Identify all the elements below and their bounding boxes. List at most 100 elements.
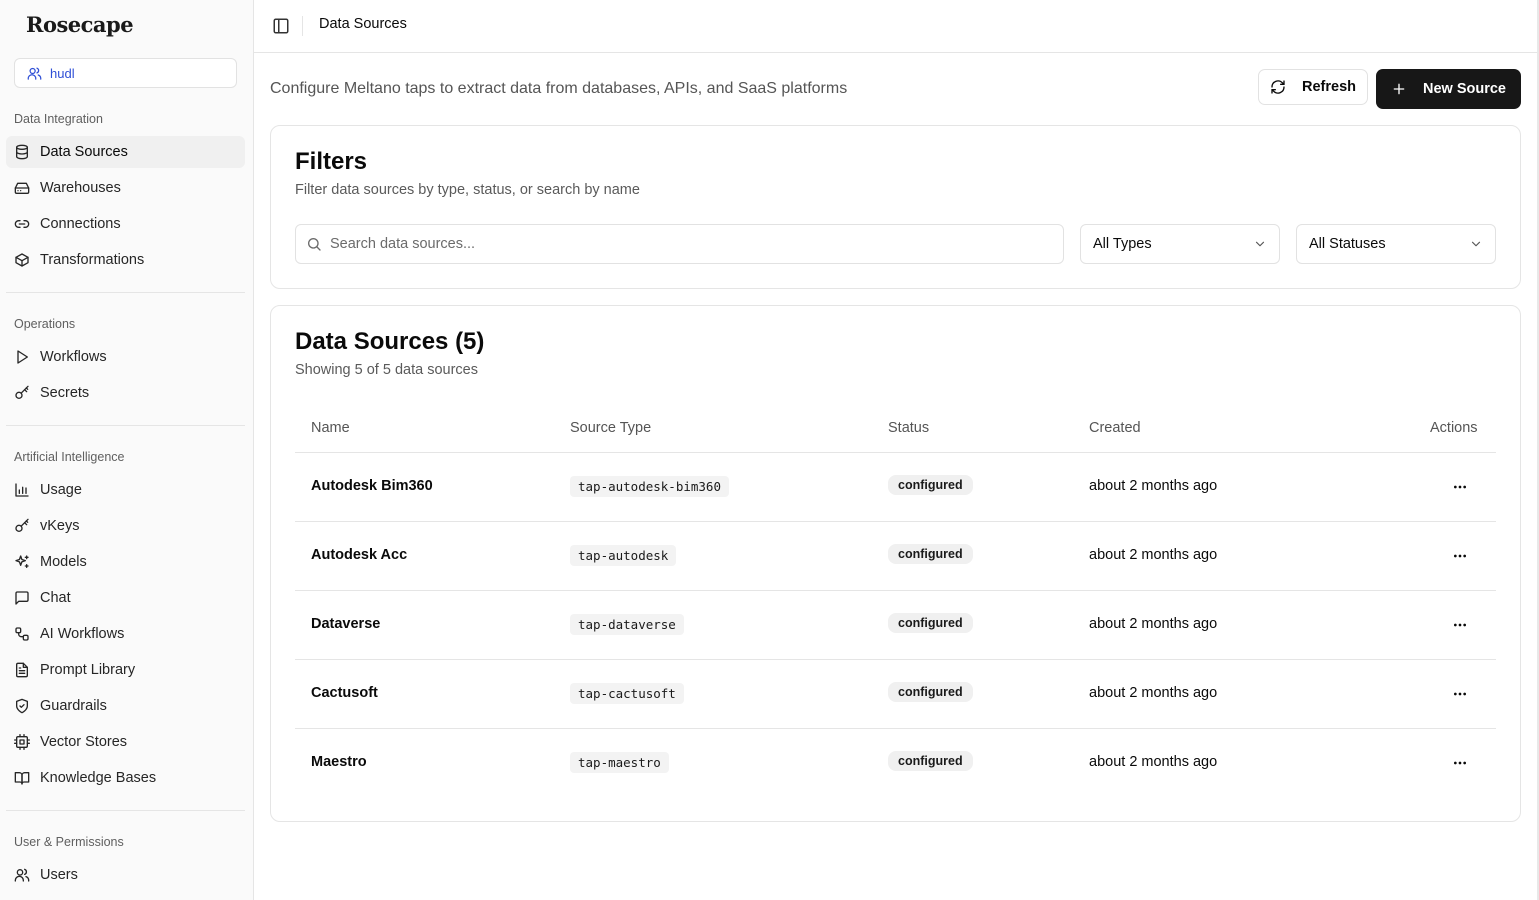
source-name[interactable]: Cactusoft <box>311 685 378 701</box>
search-input[interactable] <box>330 236 1030 252</box>
row-actions-button[interactable] <box>1450 546 1470 566</box>
sidebar-item-usage[interactable]: Usage <box>6 474 245 506</box>
source-name[interactable]: Autodesk Acc <box>311 547 407 563</box>
message-square-icon <box>15 591 29 605</box>
status-select-value: All Statuses <box>1309 236 1386 252</box>
sidebar-item-label: Models <box>40 554 87 570</box>
sidebar-item-transformations[interactable]: Transformations <box>6 244 245 276</box>
users-icon <box>27 67 42 80</box>
sidebar-item-knowledge-bases[interactable]: Knowledge Bases <box>6 762 245 794</box>
sidebar-item-guardrails[interactable]: Guardrails <box>6 690 245 722</box>
table-row[interactable]: Cactusoft tap-cactusoft configured about… <box>295 660 1496 729</box>
created-time: about 2 months ago <box>1089 685 1218 701</box>
type-select[interactable]: All Types <box>1080 224 1280 264</box>
sidebar-item-label: vKeys <box>40 518 80 534</box>
sidebar-item-label: Warehouses <box>40 180 121 196</box>
column-header-actions: Actions <box>1430 420 1478 436</box>
created-time: about 2 months ago <box>1089 547 1218 563</box>
workflow-icon <box>15 627 29 641</box>
row-actions-button[interactable] <box>1450 684 1470 704</box>
sidebar-item-label: Chat <box>40 590 71 606</box>
users-icon <box>14 868 30 882</box>
more-horizontal-icon <box>1454 554 1466 558</box>
sidebar-item-label: Workflows <box>40 349 107 365</box>
refresh-icon <box>1271 80 1285 94</box>
status-select[interactable]: All Statuses <box>1296 224 1496 264</box>
sidebar-item-warehouses[interactable]: Warehouses <box>6 172 245 204</box>
data-sources-table: Name Source Type Status Created Actions … <box>295 402 1496 798</box>
column-header-source-type[interactable]: Source Type <box>570 420 651 436</box>
column-header-created[interactable]: Created <box>1089 420 1141 436</box>
source-name[interactable]: Autodesk Bim360 <box>311 478 433 494</box>
sidebar-item-vector-stores[interactable]: Vector Stores <box>6 726 245 758</box>
data-sources-description: Showing 5 of 5 data sources <box>295 362 478 378</box>
row-actions-button[interactable] <box>1450 753 1470 773</box>
sidebar-item-models[interactable]: Models <box>6 546 245 578</box>
source-type-code: tap-dataverse <box>570 614 684 635</box>
sidebar-item-users[interactable]: Users <box>6 859 245 891</box>
database-icon <box>16 144 28 160</box>
book-open-icon <box>14 772 30 785</box>
data-sources-card: Data Sources (5) Showing 5 of 5 data sou… <box>270 305 1521 822</box>
status-badge: configured <box>888 682 973 702</box>
table-row[interactable]: Autodesk Acc tap-autodesk configured abo… <box>295 522 1496 591</box>
created-time: about 2 months ago <box>1089 754 1218 770</box>
key-icon <box>15 385 29 399</box>
hard-drive-icon <box>14 182 30 194</box>
search-field[interactable] <box>295 224 1064 264</box>
row-actions-button[interactable] <box>1450 477 1470 497</box>
cpu-icon <box>14 734 30 750</box>
sidebar-item-workflows[interactable]: Workflows <box>6 341 245 373</box>
created-time: about 2 months ago <box>1089 616 1218 632</box>
created-time: about 2 months ago <box>1089 478 1218 494</box>
panel-left-icon[interactable] <box>272 17 290 35</box>
source-type-code: tap-cactusoft <box>570 683 684 704</box>
topbar-separator <box>302 16 303 36</box>
sidebar-item-label: Connections <box>40 216 121 232</box>
source-name[interactable]: Dataverse <box>311 616 380 632</box>
sidebar-item-data-sources[interactable]: Data Sources <box>6 136 245 168</box>
source-type-code: tap-autodesk <box>570 545 677 566</box>
sidebar-item-label: Prompt Library <box>40 662 136 678</box>
org-switcher[interactable]: hudl <box>14 58 237 88</box>
table-row[interactable]: Dataverse tap-dataverse configured about… <box>295 591 1496 660</box>
search-icon <box>308 238 321 251</box>
sidebar-item-vkeys[interactable]: vKeys <box>6 510 245 542</box>
new-source-button[interactable]: New Source <box>1376 69 1521 109</box>
sidebar-divider <box>6 810 245 811</box>
app-logo[interactable]: Rosecape <box>26 12 134 37</box>
section-label-user-permissions: User & Permissions <box>14 835 124 849</box>
sidebar-item-label: Users <box>40 867 78 883</box>
play-icon <box>17 350 28 364</box>
page-subtitle: Configure Meltano taps to extract data f… <box>270 80 848 97</box>
section-label-artificial-intelligence: Artificial Intelligence <box>14 450 125 464</box>
data-sources-title: Data Sources (5) <box>295 328 485 355</box>
new-source-label: New Source <box>1423 81 1506 97</box>
column-header-status[interactable]: Status <box>888 420 929 436</box>
sidebar-item-label: Guardrails <box>40 698 107 714</box>
row-actions-button[interactable] <box>1450 615 1470 635</box>
filters-description: Filter data sources by type, status, or … <box>295 182 640 198</box>
table-row[interactable]: Maestro tap-maestro configured about 2 m… <box>295 729 1496 798</box>
sidebar-item-connections[interactable]: Connections <box>6 208 245 240</box>
type-select-value: All Types <box>1093 236 1152 252</box>
sidebar-item-ai-workflows[interactable]: AI Workflows <box>6 618 245 650</box>
status-badge: configured <box>888 613 973 633</box>
link-icon <box>14 220 30 228</box>
sidebar-item-label: Knowledge Bases <box>40 770 157 786</box>
sidebar: Rosecape hudl Data Integration Data Sour… <box>0 0 254 900</box>
source-type-code: tap-autodesk-bim360 <box>570 476 729 497</box>
table-row[interactable]: Autodesk Bim360 tap-autodesk-bim360 conf… <box>295 453 1496 522</box>
sidebar-item-chat[interactable]: Chat <box>6 582 245 614</box>
sidebar-item-prompt-library[interactable]: Prompt Library <box>6 654 245 686</box>
column-header-name[interactable]: Name <box>311 420 350 436</box>
sparkles-icon <box>15 555 29 568</box>
breadcrumb: Data Sources <box>319 16 407 32</box>
shield-check-icon <box>16 698 28 714</box>
box-icon <box>15 253 29 267</box>
file-text-icon <box>16 662 28 678</box>
source-name[interactable]: Maestro <box>311 754 367 770</box>
more-horizontal-icon <box>1454 692 1466 696</box>
sidebar-item-secrets[interactable]: Secrets <box>6 377 245 409</box>
refresh-button[interactable]: Refresh <box>1258 69 1368 105</box>
